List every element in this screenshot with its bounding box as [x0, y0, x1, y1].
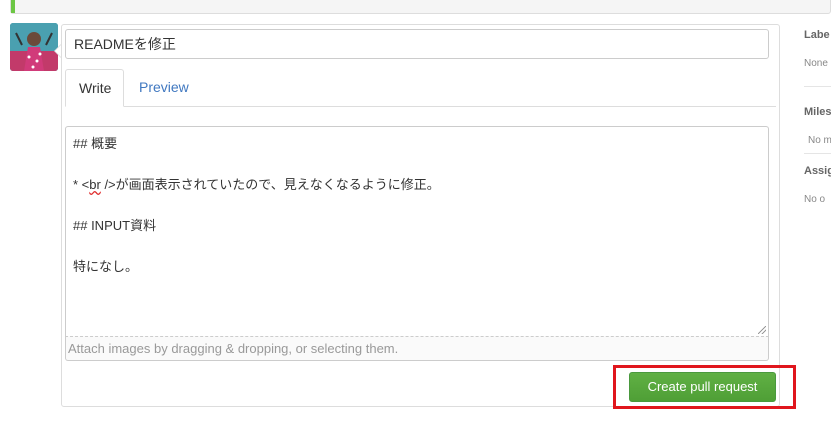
top-banner — [10, 0, 831, 14]
pr-body-textarea[interactable]: ## 概要 * <br />が画面表示されていたので、見えなくなるように修正。 … — [65, 126, 769, 336]
banner-accent — [11, 0, 15, 13]
discussion-sidebar: Labe None Miles No m Assig No o — [804, 23, 831, 223]
body-line — [73, 237, 761, 258]
tab-preview[interactable]: Preview — [126, 69, 202, 107]
sidebar-assignee-value: No o — [804, 194, 826, 205]
sidebar-milestone-heading[interactable]: Miles — [804, 106, 831, 118]
body-line: 特になし。 — [73, 259, 139, 274]
sidebar-assignee-heading[interactable]: Assig — [804, 165, 831, 177]
pr-title-input[interactable] — [65, 29, 769, 59]
attach-hint[interactable]: Attach images by dragging & dropping, or… — [68, 341, 398, 356]
spellcheck-word: br — [89, 177, 101, 192]
editor-tabs: Write Preview — [65, 69, 776, 107]
avatar-image — [10, 23, 58, 71]
body-line: ## INPUT資料 — [73, 218, 157, 233]
avatar[interactable] — [10, 23, 58, 71]
sidebar-labels-heading[interactable]: Labe — [804, 29, 830, 41]
create-pull-request-button[interactable]: Create pull request — [629, 372, 776, 402]
body-line: * <br />が画面表示されていたので、見えなくなるように修正。 — [73, 177, 440, 192]
tab-write[interactable]: Write — [65, 69, 124, 107]
body-line: ## 概要 — [73, 136, 118, 151]
body-line — [73, 155, 761, 176]
attach-images-dropzone[interactable]: Attach images by dragging & dropping, or… — [65, 336, 769, 361]
resize-grip-icon[interactable] — [758, 326, 766, 334]
sidebar-labels-value: None — [804, 58, 828, 69]
sidebar-milestone-value: No m — [808, 135, 831, 146]
body-line — [73, 196, 761, 217]
